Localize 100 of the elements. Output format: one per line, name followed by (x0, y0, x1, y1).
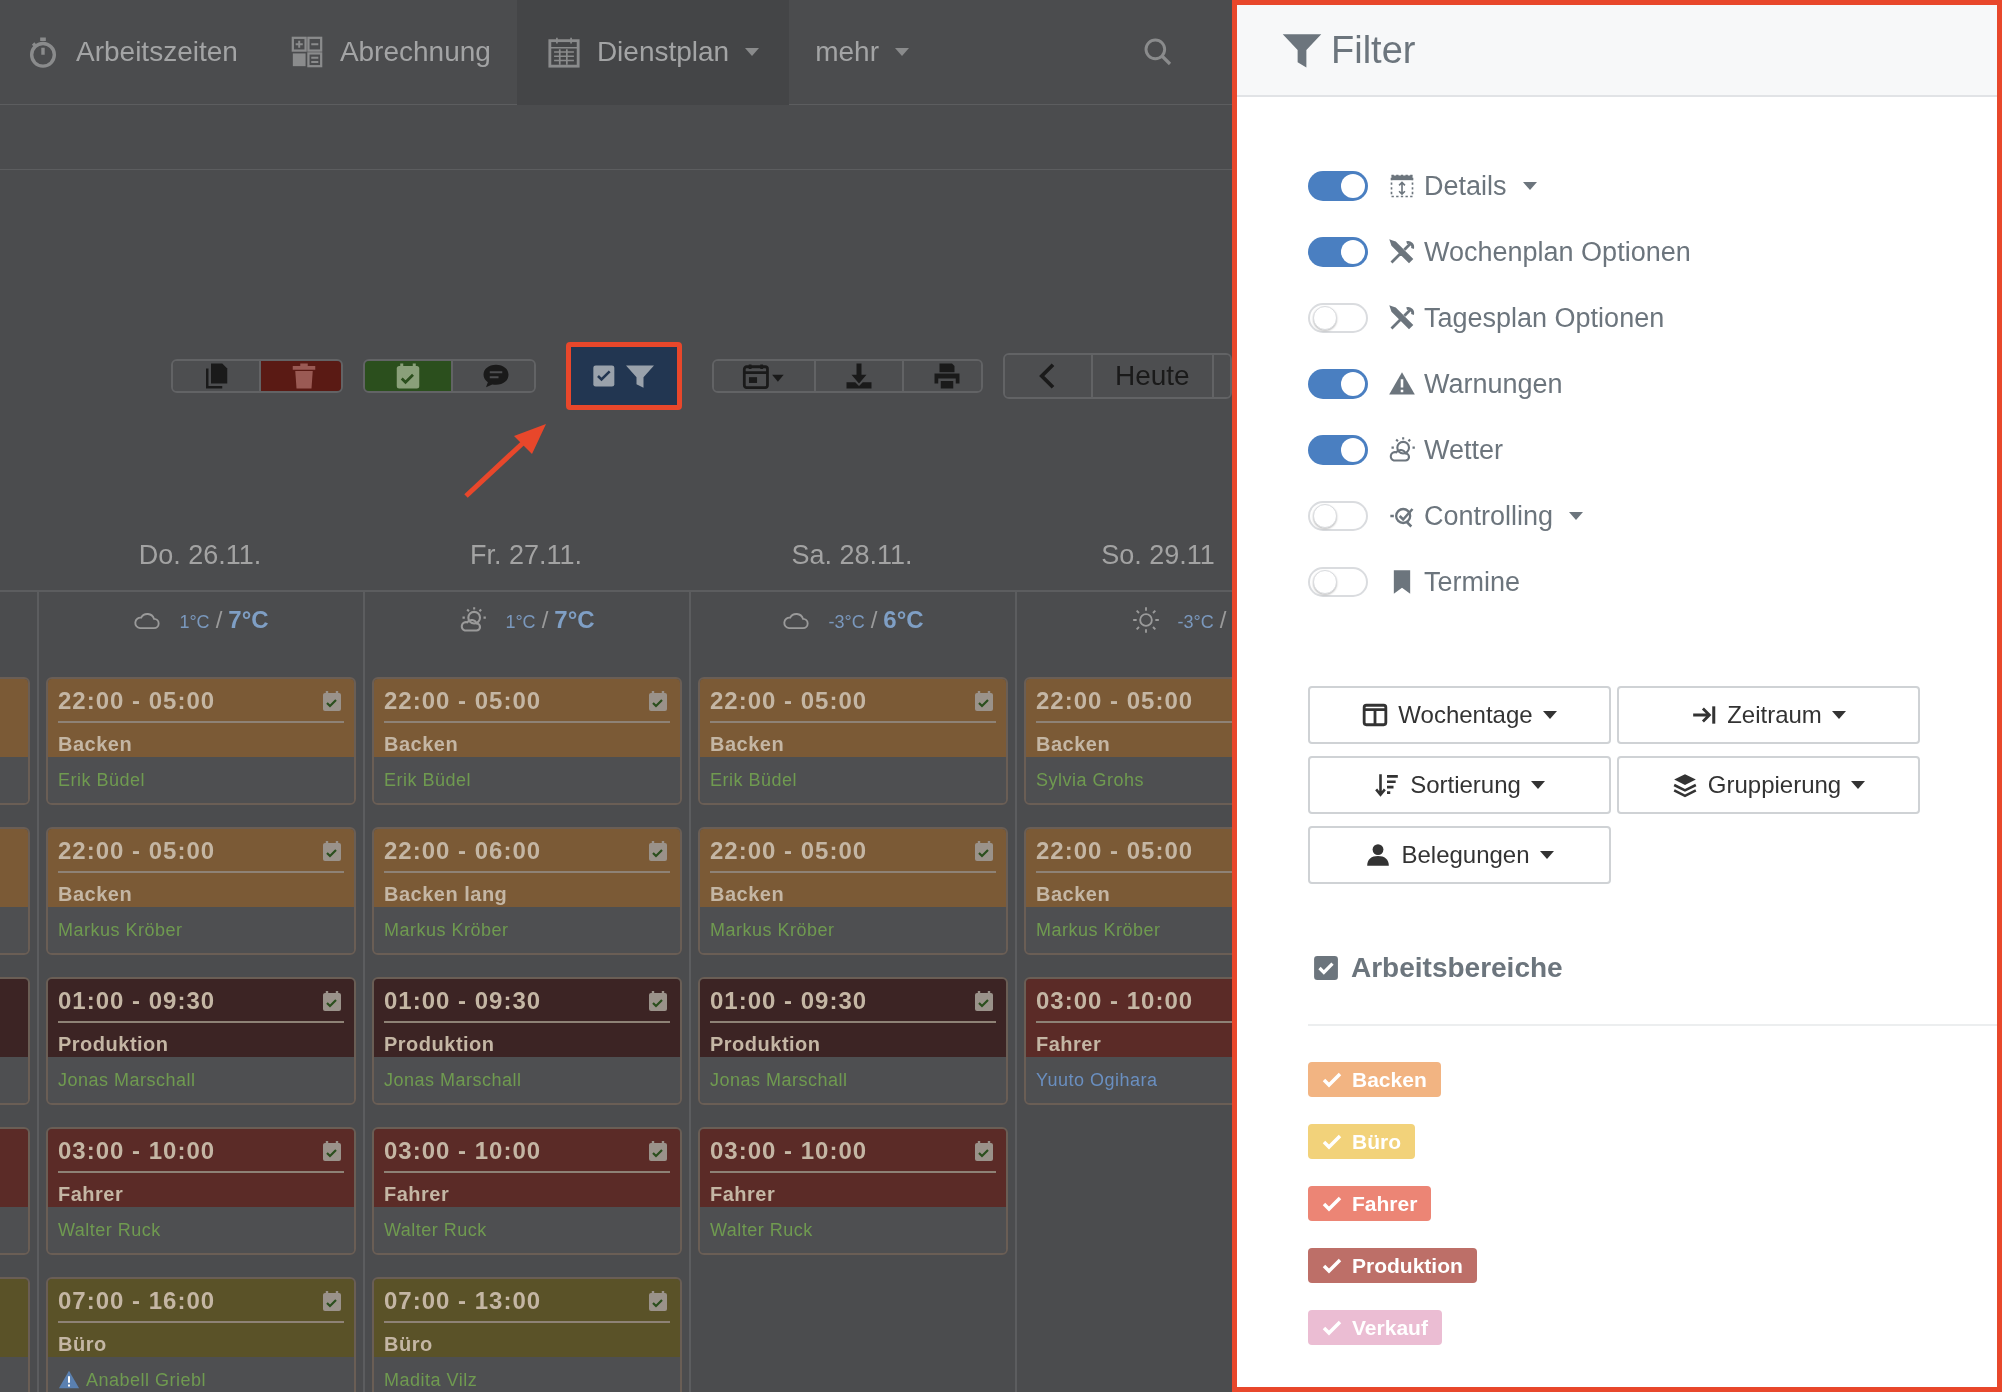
low-temperature: 1°C (505, 611, 536, 634)
shift-time: 22:00 - 05:00 (710, 686, 868, 716)
person-name: Markus Kröber (1036, 918, 1161, 942)
shift-area: Backen lang (384, 879, 670, 909)
toggle-label: Details (1424, 169, 1507, 203)
shift-area: Backen (58, 729, 344, 759)
area-tag[interactable]: Fahrer (1308, 1186, 1432, 1221)
shift-time: 22:00 - 05:00 (58, 836, 216, 866)
person-name: Erik Büdel (384, 768, 472, 792)
shift-time: 22:00 - 06:00 (384, 836, 542, 866)
shift-card[interactable]: 03:00 - 10:00 Fahrer Walter Ruck (372, 1127, 682, 1255)
person-name: Jonas Marschall (710, 1068, 848, 1092)
shift-card[interactable]: 22:00 - 05:00 Backen Erik Büdel (698, 677, 1008, 805)
person-name: Yuuto Ogihara (1036, 1068, 1158, 1092)
shift-card[interactable]: 01:00 - 09:30 Produktion Jonas Marschall (372, 977, 682, 1105)
shift-time: 07:00 - 16:00 (58, 1286, 216, 1316)
day-label: Do. 26.11. (138, 538, 262, 572)
low-temperature: -3°C (1177, 611, 1214, 634)
shift-time: 03:00 - 10:00 (58, 1136, 216, 1166)
shift-time: 03:00 - 10:00 (1036, 986, 1194, 1016)
person-name: Walter Ruck (384, 1218, 487, 1242)
toggle-label: Warnungen (1424, 367, 1563, 401)
person-name: Jonas Marschall (58, 1068, 196, 1092)
shift-area: Fahrer (710, 1179, 996, 1209)
person-name: Walter Ruck (710, 1218, 813, 1242)
nav-item[interactable]: mehr (789, 0, 935, 105)
section-heading: Arbeitsbereiche (1351, 951, 1563, 985)
high-temperature: 6°C (883, 605, 924, 635)
shift-card[interactable]: 01:00 - 09:30 Produktion Jonas Marschall (698, 977, 1008, 1105)
person-name: Erik Büdel (58, 768, 146, 792)
shift-area: Fahrer (384, 1179, 670, 1209)
shift-area: Büro (384, 1329, 670, 1359)
shift-area: Fahrer (58, 1179, 344, 1209)
toggle-label: Wetter (1424, 433, 1504, 467)
shift-area: Produktion (710, 1029, 996, 1059)
person-name: Sylvia Grohs (1036, 768, 1145, 792)
shift-area: Fahrer (1036, 1029, 1232, 1059)
high-temperature: 7°C (228, 605, 269, 635)
shift-card[interactable]: 22:00 - 05:00 Backen Markus Kröber (46, 827, 356, 955)
shift-time: 22:00 - 05:00 (384, 686, 542, 716)
shift-card[interactable]: 22:00 - 05:00 Backen Erik Büdel (372, 677, 682, 805)
person-name: Markus Kröber (710, 918, 835, 942)
shift-area: Backen (384, 729, 670, 759)
shift-time: 01:00 - 09:30 (384, 986, 542, 1016)
shift-time: 22:00 - 05:00 (1036, 686, 1194, 716)
low-temperature: 1°C (179, 611, 210, 634)
shift-time: 03:00 - 10:00 (384, 1136, 542, 1166)
nav-item[interactable]: Dienstplan (516, 0, 790, 105)
panel-title: Filter (1331, 27, 1416, 73)
person-name: Anabell Griebl (86, 1368, 207, 1392)
dropdown-button[interactable]: Zeitraum (1617, 686, 1920, 744)
shift-card[interactable]: 22:00 - 05:00 Backen Markus Kröber (698, 827, 1008, 955)
toggle-label: Wochenplan Optionen (1424, 235, 1691, 269)
day-label: So. 29.11 (1101, 538, 1215, 572)
person-name: Jonas Marschall (384, 1068, 522, 1092)
temperature-separator: / (215, 605, 223, 635)
shift-area: Backen (710, 729, 996, 759)
person-name: Markus Kröber (384, 918, 509, 942)
dropdown-button[interactable]: Sortierung (1308, 756, 1611, 814)
shift-time: 22:00 - 05:00 (58, 686, 216, 716)
shift-card[interactable]: 07:00 - 13:00 Büro Madita Vilz (372, 1277, 682, 1392)
day-label: Sa. 28.11. (791, 538, 913, 572)
shift-area: Produktion (58, 1029, 344, 1059)
temperature-separator: / (870, 605, 878, 635)
shift-card[interactable]: 01:00 - 09:30 Produktion Jonas Marschall (46, 977, 356, 1105)
shift-area: Produktion (384, 1029, 670, 1059)
shift-card[interactable]: 22:00 - 05:00 Backen Erik Büdel (46, 677, 356, 805)
shift-card[interactable]: 03:00 - 10:00 Fahrer Walter Ruck (46, 1127, 356, 1255)
dropdown-button[interactable]: Wochentage (1308, 686, 1611, 744)
shift-time: 07:00 - 13:00 (384, 1286, 542, 1316)
low-temperature: -3°C (828, 611, 865, 634)
shift-time: 22:00 - 05:00 (710, 836, 868, 866)
shift-area: Backen (710, 879, 996, 909)
high-temperature: 7°C (554, 605, 595, 635)
shift-time: 01:00 - 09:30 (710, 986, 868, 1016)
shift-area: Büro (58, 1329, 344, 1359)
area-tag[interactable]: Produktion (1308, 1248, 1477, 1283)
person-name: Markus Kröber (58, 918, 183, 942)
temperature-separator: / (1219, 605, 1227, 635)
shift-card[interactable]: 22:00 - 06:00 Backen lang Markus Kröber (372, 827, 682, 955)
toggle-label: Controlling (1424, 499, 1554, 533)
shift-area: Backen (1036, 729, 1232, 759)
shift-area: Backen (58, 879, 344, 909)
shift-card[interactable]: 07:00 - 16:00 Büro Anabell Griebl (46, 1277, 356, 1392)
nav-item[interactable]: Abrechnung (263, 0, 517, 105)
shift-time: 03:00 - 10:00 (710, 1136, 868, 1166)
nav-item[interactable]: Arbeitszeiten (0, 0, 264, 105)
shift-area: Backen (1036, 879, 1232, 909)
toggle-label: Termine (1424, 565, 1521, 599)
temperature-separator: / (541, 605, 549, 635)
person-name: Walter Ruck (58, 1218, 161, 1242)
dropdown-button[interactable]: Belegungen (1308, 826, 1611, 884)
shift-time: 01:00 - 09:30 (58, 986, 216, 1016)
toggle-label: Tagesplan Optionen (1424, 301, 1665, 335)
shift-card[interactable]: 03:00 - 10:00 Fahrer Walter Ruck (698, 1127, 1008, 1255)
dropdown-button[interactable]: Gruppierung (1617, 756, 1920, 814)
person-name: Erik Büdel (710, 768, 798, 792)
person-name: Madita Vilz (384, 1368, 478, 1392)
day-label: Fr. 27.11. (469, 538, 583, 572)
shift-time: 22:00 - 05:00 (1036, 836, 1194, 866)
